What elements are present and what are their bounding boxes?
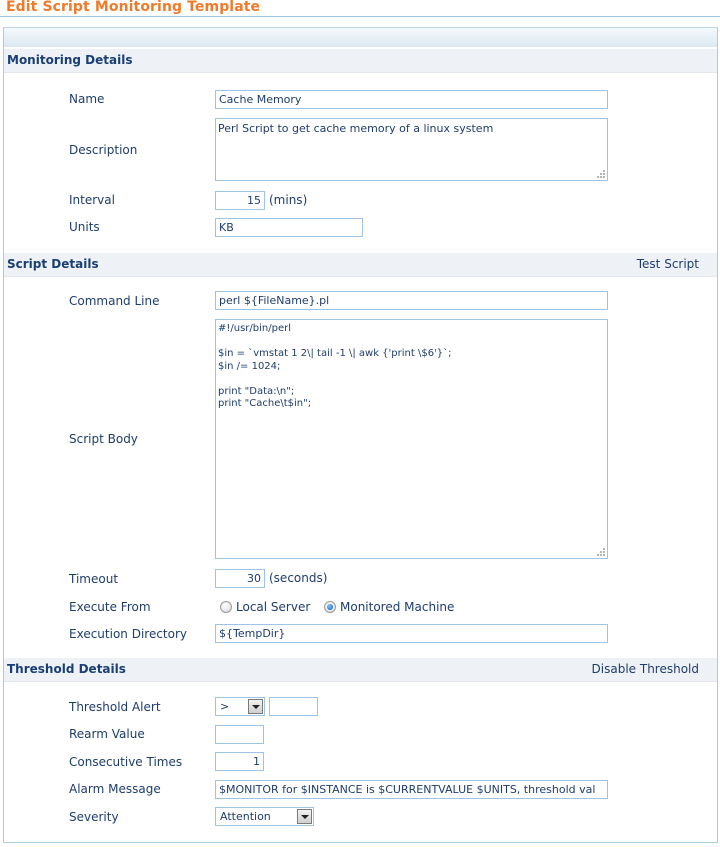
script-body-label: Script Body — [69, 432, 138, 446]
script-body-text: #!/usr/bin/perl $in = `vmstat 1 2\| tail… — [218, 323, 452, 409]
consecutive-times-label: Consecutive Times — [69, 755, 183, 769]
template-form-panel: Monitoring Details Name Cache Memory Des… — [3, 27, 718, 843]
timeout-unit: (seconds) — [269, 571, 328, 585]
resize-grip-icon[interactable] — [596, 547, 605, 556]
timeout-input[interactable]: 30 — [215, 569, 265, 588]
severity-label: Severity — [69, 810, 119, 824]
command-line-input[interactable]: perl ${FileName}.pl — [215, 291, 608, 310]
section-title: Script Details — [7, 257, 99, 271]
units-input[interactable]: KB — [215, 218, 363, 237]
interval-label: Interval — [69, 193, 115, 207]
name-label: Name — [69, 92, 105, 106]
section-title: Threshold Details — [7, 662, 126, 676]
command-line-label: Command Line — [69, 294, 160, 308]
section-script-details: Script Details Test Script — [4, 253, 717, 277]
execution-directory-input[interactable]: ${TempDir} — [215, 624, 608, 643]
execute-from-label: Execute From — [69, 600, 151, 614]
interval-input[interactable]: 15 — [215, 191, 265, 210]
consecutive-times-input[interactable]: 1 — [215, 752, 264, 771]
radio-selected-icon[interactable] — [324, 601, 336, 613]
section-threshold-details: Threshold Details Disable Threshold — [4, 658, 717, 682]
alarm-message-input[interactable]: $MONITOR for $INSTANCE is $CURRENTVALUE … — [215, 780, 608, 799]
execute-from-monitored-machine[interactable]: Monitored Machine — [324, 600, 454, 614]
name-input[interactable]: Cache Memory — [215, 90, 608, 109]
timeout-label: Timeout — [69, 572, 119, 586]
resize-grip-icon[interactable] — [596, 169, 605, 178]
description-label: Description — [69, 143, 138, 157]
radio-label: Monitored Machine — [340, 600, 455, 614]
radio-icon[interactable] — [220, 601, 232, 613]
units-label: Units — [69, 220, 100, 234]
rearm-value-label: Rearm Value — [69, 727, 145, 741]
chevron-down-icon[interactable] — [297, 809, 312, 824]
panel-header-bar — [4, 28, 717, 48]
script-body-textarea[interactable]: #!/usr/bin/perl $in = `vmstat 1 2\| tail… — [215, 319, 608, 559]
select-value: Attention — [220, 810, 271, 823]
threshold-operator-select[interactable]: > — [215, 697, 265, 716]
title-divider — [0, 16, 720, 17]
rearm-value-input[interactable] — [215, 725, 264, 744]
threshold-alert-label: Threshold Alert — [69, 700, 161, 714]
execution-directory-label: Execution Directory — [69, 627, 188, 641]
chevron-down-icon[interactable] — [248, 699, 263, 714]
page-title: Edit Script Monitoring Template — [6, 0, 261, 15]
disable-threshold-link[interactable]: Disable Threshold — [592, 662, 699, 676]
alarm-message-label: Alarm Message — [69, 782, 161, 796]
severity-select[interactable]: Attention — [215, 807, 314, 826]
description-text: Perl Script to get cache memory of a lin… — [218, 122, 494, 135]
interval-unit: (mins) — [269, 193, 308, 207]
test-script-link[interactable]: Test Script — [637, 257, 699, 271]
select-value: > — [220, 700, 230, 713]
radio-label: Local Server — [236, 600, 311, 614]
description-textarea[interactable]: Perl Script to get cache memory of a lin… — [215, 118, 608, 181]
threshold-value-input[interactable] — [269, 697, 318, 716]
section-monitoring-details: Monitoring Details — [4, 49, 717, 73]
section-title: Monitoring Details — [7, 53, 133, 67]
execute-from-local-server[interactable]: Local Server — [220, 600, 310, 614]
